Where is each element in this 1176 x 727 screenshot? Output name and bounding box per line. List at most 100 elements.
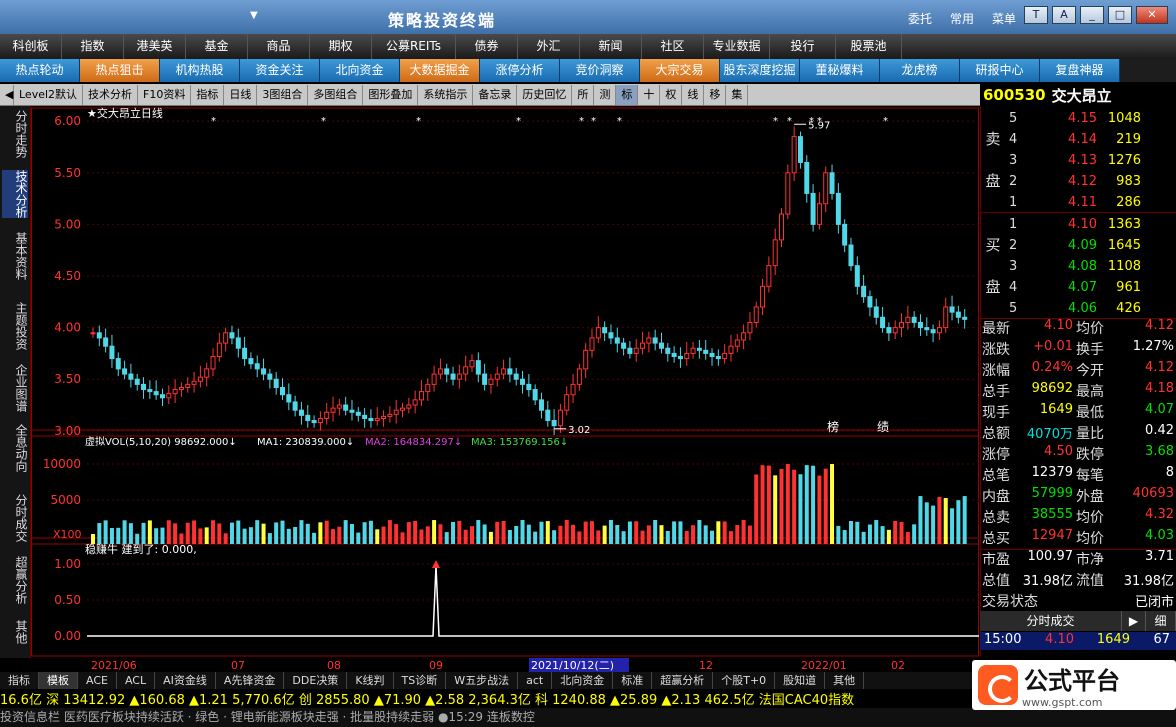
candle-body[interactable]: [336, 404, 342, 409]
menu-item[interactable]: 专业数据: [704, 34, 770, 59]
toolbar-item[interactable]: 备忘录: [473, 84, 518, 105]
event-marker[interactable]: *: [579, 116, 584, 127]
title-link[interactable]: 常用: [950, 10, 974, 27]
event-marker[interactable]: *: [809, 116, 814, 127]
candle-body[interactable]: [658, 342, 664, 349]
sell-level[interactable]: 3 4.13 1276: [981, 150, 1176, 171]
candle-body[interactable]: [886, 327, 892, 334]
indicator-tab[interactable]: W五步战法: [446, 672, 519, 689]
candle-body[interactable]: [760, 285, 766, 308]
event-marker[interactable]: *: [416, 116, 421, 127]
candle-body[interactable]: [949, 306, 955, 313]
toolbar-item[interactable]: 标: [616, 84, 639, 105]
candle-body[interactable]: [90, 332, 96, 335]
candle-body[interactable]: [917, 321, 923, 329]
chevron-down-icon[interactable]: ▼: [250, 10, 262, 22]
toolbar-item[interactable]: 日线: [224, 84, 258, 105]
tab-detail[interactable]: 细: [1146, 611, 1176, 631]
candle-body[interactable]: [861, 285, 867, 298]
indicator-tab[interactable]: 指标: [0, 672, 39, 689]
toolbar-item[interactable]: 指标: [191, 84, 225, 105]
left-tab[interactable]: 基本资料: [2, 232, 28, 280]
candle-body[interactable]: [330, 407, 336, 413]
candle-body[interactable]: [400, 407, 406, 411]
candle-body[interactable]: [734, 339, 740, 347]
candle-body[interactable]: [109, 345, 115, 360]
feature-item[interactable]: 研报中心: [960, 59, 1040, 82]
menu-item[interactable]: 社区: [642, 34, 704, 59]
indicator-tab[interactable]: 超赢分析: [652, 672, 714, 689]
candle-body[interactable]: [96, 332, 102, 339]
candle-body[interactable]: [823, 172, 829, 205]
candle-body[interactable]: [229, 332, 235, 339]
indicator-tab[interactable]: 标准: [613, 672, 653, 689]
candle-body[interactable]: [437, 368, 443, 375]
feature-item[interactable]: 大宗交易: [640, 59, 720, 82]
chart-area[interactable]: 6.00 5.50 5.00 4.50 4.00 3.50 3.00 ★交大昂立日线 5.97 3…: [31, 106, 979, 658]
candle-body[interactable]: [298, 409, 304, 416]
candle-body[interactable]: [595, 327, 601, 339]
candle-body[interactable]: [128, 373, 134, 380]
indicator-tab[interactable]: ACL: [117, 672, 156, 689]
indicator-tab[interactable]: act: [518, 672, 553, 689]
feature-item[interactable]: 涨停分析: [480, 59, 560, 82]
candle-body[interactable]: [153, 391, 159, 396]
feature-item[interactable]: 北向资金: [320, 59, 400, 82]
candle-body[interactable]: [873, 306, 879, 318]
candle-body[interactable]: [355, 411, 361, 416]
left-tab[interactable]: 分时走势: [2, 110, 28, 158]
menu-item[interactable]: 投行: [770, 34, 836, 59]
candle-body[interactable]: [463, 366, 469, 375]
candle-body[interactable]: [216, 342, 222, 358]
candle-body[interactable]: [349, 409, 355, 413]
candle-body[interactable]: [191, 380, 197, 385]
candle-body[interactable]: [387, 413, 393, 417]
candle-body[interactable]: [576, 368, 582, 385]
event-marker[interactable]: *: [883, 116, 888, 127]
candle-body[interactable]: [147, 389, 153, 393]
toolbar-item[interactable]: 所: [572, 84, 595, 105]
candle-body[interactable]: [690, 347, 696, 354]
candle-body[interactable]: [362, 414, 368, 419]
buy-level[interactable]: 1 4.10 1363: [981, 214, 1176, 235]
candle-body[interactable]: [602, 327, 608, 334]
candle-body[interactable]: [374, 417, 380, 422]
indicator-tab[interactable]: ACE: [78, 672, 117, 689]
feature-item[interactable]: 董秘爆料: [800, 59, 880, 82]
toolbar-item[interactable]: F10资料: [138, 84, 192, 105]
menu-item[interactable]: 股票池: [836, 34, 902, 59]
menu-item[interactable]: 债券: [456, 34, 518, 59]
candle-body[interactable]: [235, 337, 241, 349]
candle-body[interactable]: [456, 373, 462, 380]
candle-body[interactable]: [444, 368, 450, 375]
menu-item[interactable]: 港美英: [124, 34, 186, 59]
candle-body[interactable]: [564, 394, 570, 411]
indicator-tab[interactable]: AI资金线: [155, 672, 216, 689]
candle-body[interactable]: [242, 347, 248, 360]
candle-body[interactable]: [166, 393, 172, 399]
candle-body[interactable]: [469, 360, 475, 368]
candle-body[interactable]: [797, 136, 803, 163]
candle-body[interactable]: [305, 414, 311, 422]
indicator-tab[interactable]: DDE决策: [284, 672, 348, 689]
candle-body[interactable]: [501, 368, 507, 375]
toolbar-item[interactable]: 历史回忆: [517, 84, 573, 105]
candle-body[interactable]: [254, 363, 260, 370]
feature-item[interactable]: 机构热股: [160, 59, 240, 82]
left-tab[interactable]: 企业图谱: [2, 364, 28, 412]
candle-body[interactable]: [267, 373, 273, 380]
candle-body[interactable]: [703, 349, 709, 354]
candle-body[interactable]: [640, 342, 646, 349]
feature-item[interactable]: 股东深度挖掘: [720, 59, 800, 82]
candle-body[interactable]: [589, 337, 595, 351]
candle-body[interactable]: [311, 420, 317, 424]
candle-body[interactable]: [557, 409, 563, 427]
menu-item[interactable]: 外汇: [518, 34, 580, 59]
candle-body[interactable]: [911, 316, 917, 323]
candle-body[interactable]: [880, 316, 886, 329]
candle-body[interactable]: [715, 356, 721, 360]
candle-body[interactable]: [134, 378, 140, 385]
candle-body[interactable]: [614, 337, 620, 344]
candle-body[interactable]: [936, 327, 942, 334]
candle-body[interactable]: [431, 373, 437, 385]
